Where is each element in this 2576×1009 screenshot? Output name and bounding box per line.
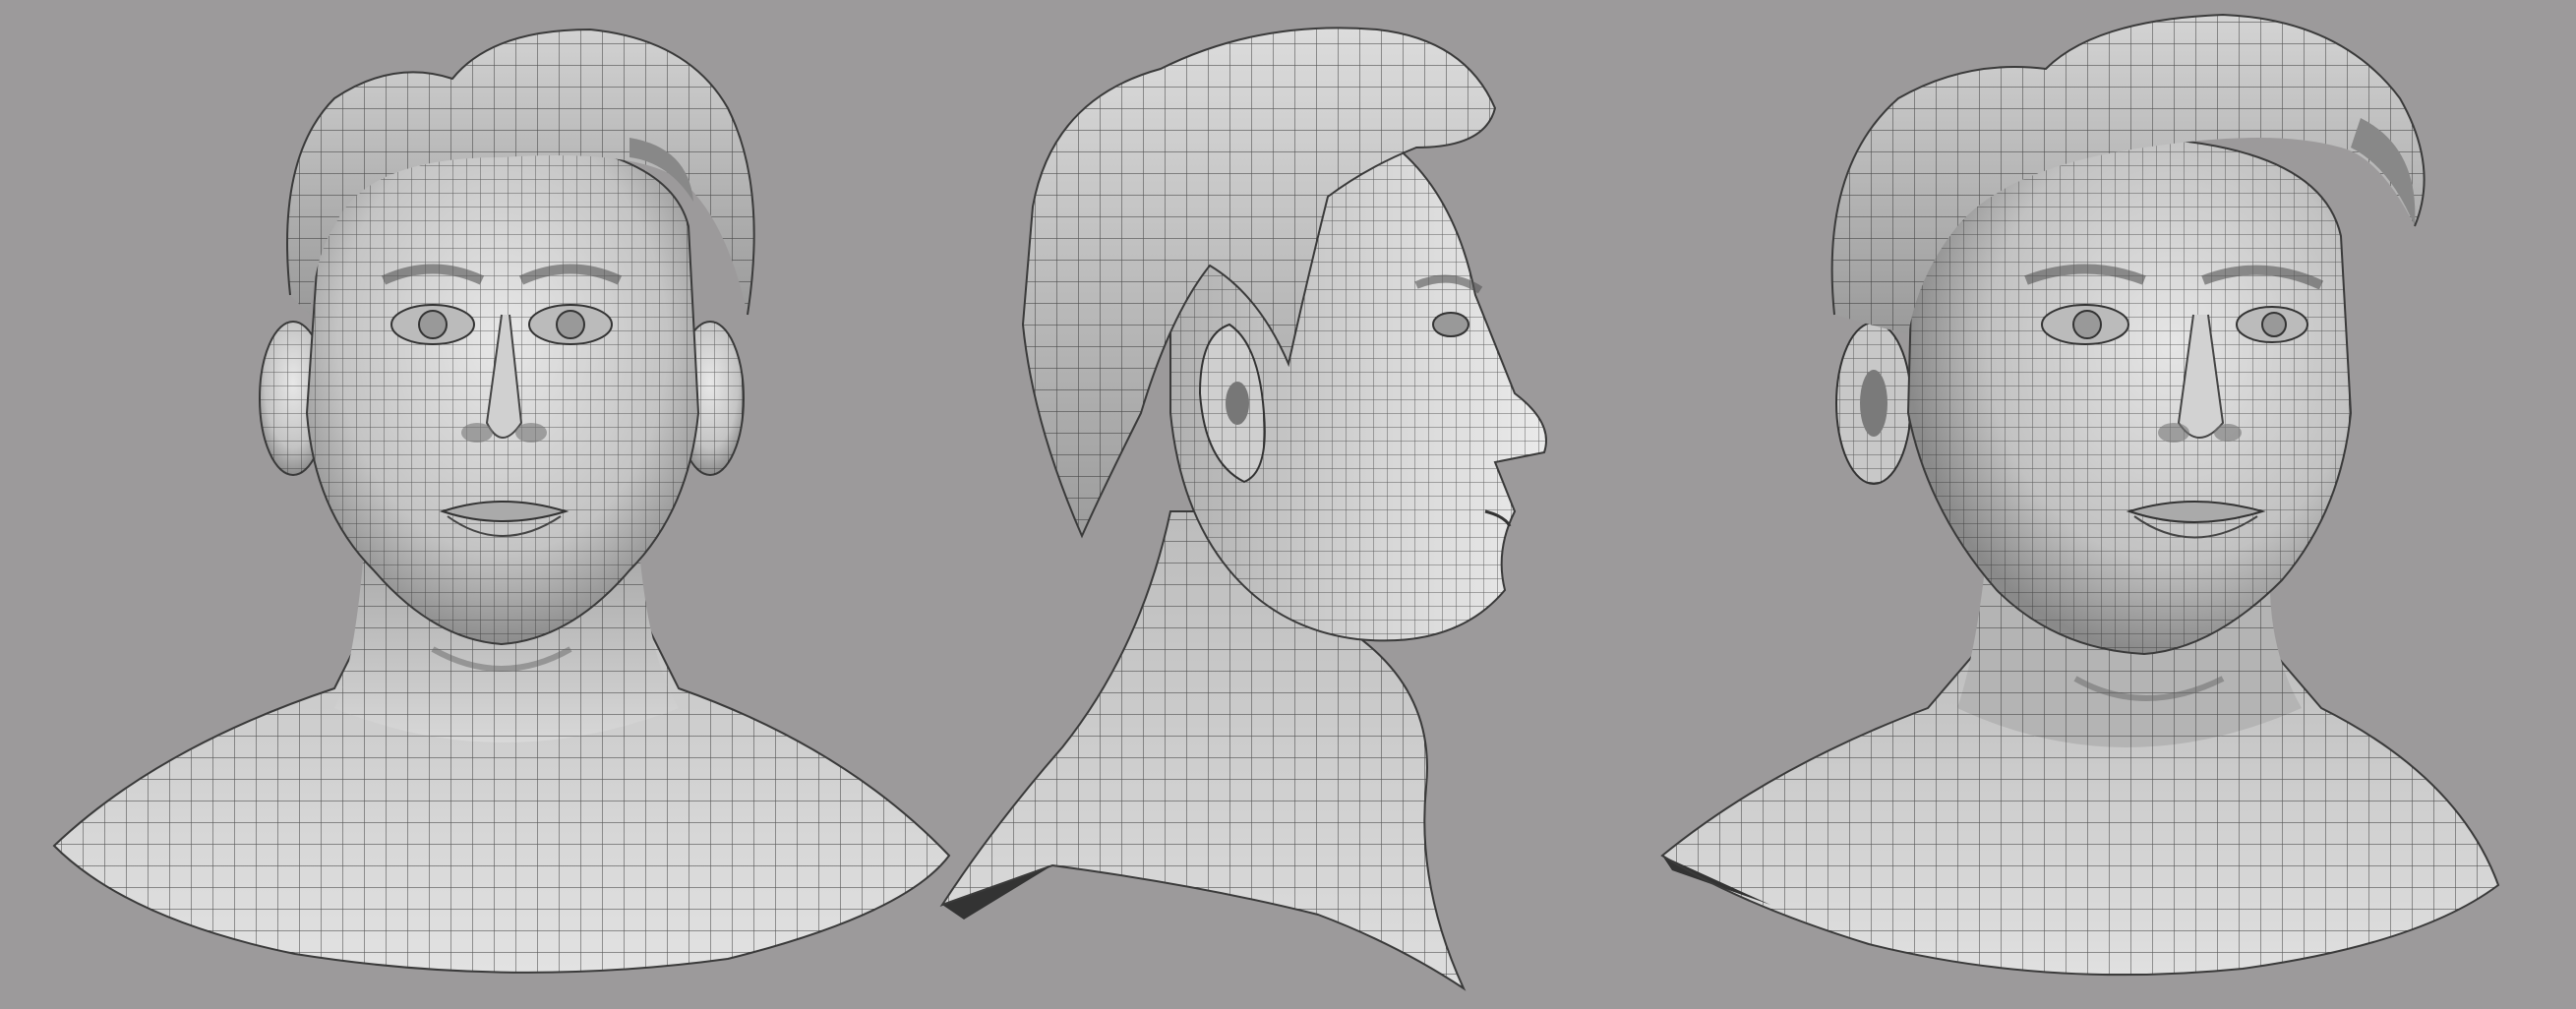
head-three-quarter-view bbox=[1633, 0, 2557, 1009]
three-quarter-face bbox=[1906, 136, 2353, 656]
head-front-view bbox=[39, 0, 964, 1009]
head-side-view bbox=[905, 0, 1711, 1009]
sculpt-viewport bbox=[0, 0, 2576, 1009]
